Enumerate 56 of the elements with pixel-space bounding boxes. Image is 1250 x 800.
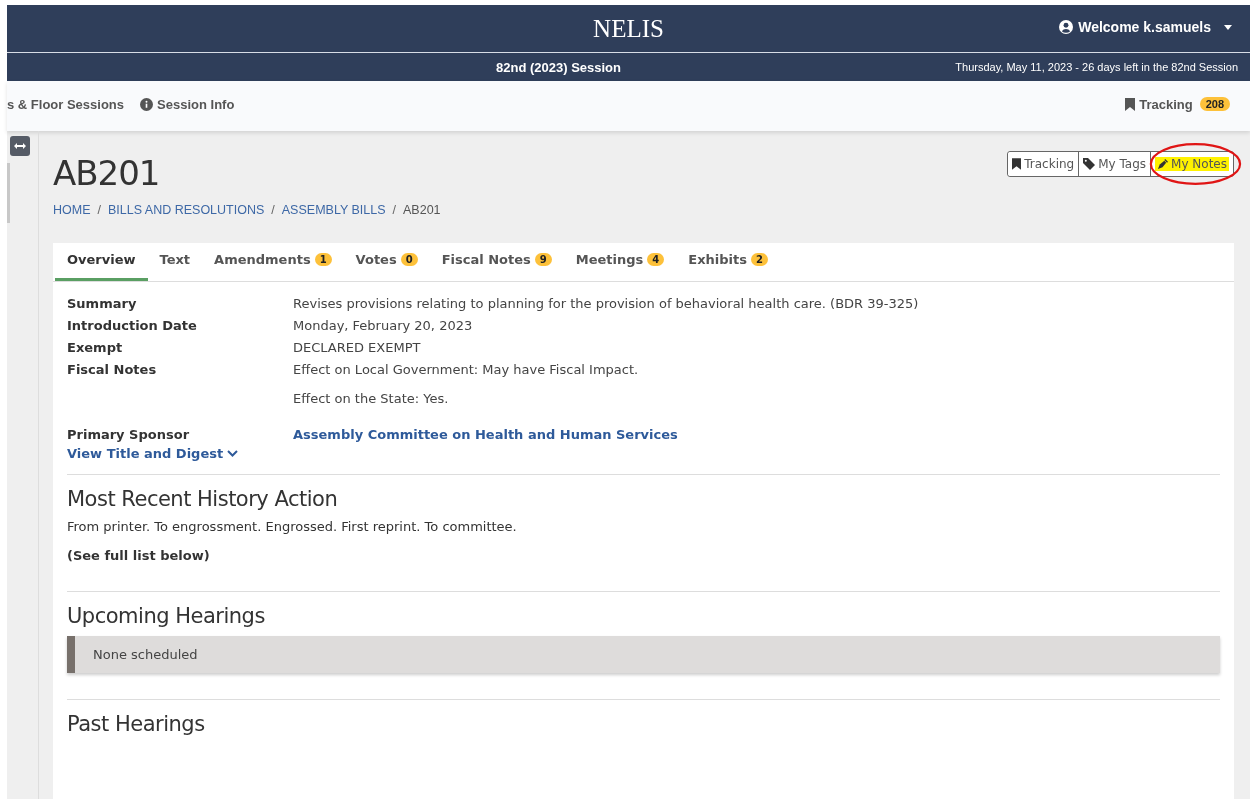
field-value: Effect on the State: Yes. bbox=[293, 391, 450, 406]
sponsor-link[interactable]: Assembly Committee on Health and Human Services bbox=[293, 427, 1220, 442]
tag-icon bbox=[1083, 158, 1096, 170]
breadcrumb-link[interactable]: BILLS AND RESOLUTIONS bbox=[108, 203, 265, 217]
breadcrumb-text: AB201 bbox=[403, 203, 441, 217]
double-arrow-icon bbox=[14, 143, 26, 149]
site-title[interactable]: NELIS bbox=[593, 14, 664, 43]
tab[interactable]: Fiscal Notes 9 bbox=[429, 243, 564, 281]
field-value: Effect on Local Government: May have Fiscal Impact. bbox=[293, 362, 640, 377]
user-menu[interactable]: Welcome k.samuels bbox=[1059, 19, 1232, 35]
count-badge: 9 bbox=[534, 253, 552, 266]
field-label: Fiscal Notes bbox=[67, 362, 158, 379]
tab[interactable]: Votes 0 bbox=[343, 243, 430, 281]
title-digest-link[interactable]: View Title and Digest bbox=[67, 446, 239, 461]
bill-title: AB201 bbox=[53, 153, 161, 193]
count-badge: 1 bbox=[314, 253, 332, 266]
toggle-sidebar-button[interactable] bbox=[10, 136, 30, 156]
pen-icon bbox=[1157, 158, 1169, 170]
section-heading: Past Hearings bbox=[67, 712, 206, 736]
count-badge: 208 bbox=[1199, 97, 1230, 111]
breadcrumb-separator: / bbox=[271, 203, 275, 217]
tab[interactable]: Amendments 1 bbox=[202, 243, 344, 281]
tab[interactable]: Text bbox=[147, 243, 203, 281]
user-icon bbox=[1059, 20, 1074, 34]
message-text: None scheduled bbox=[93, 647, 198, 662]
field-label: Exempt bbox=[67, 340, 124, 355]
history-text: From printer. To engrossment. Engrossed. First reprint. To committee. bbox=[67, 519, 518, 534]
breadcrumb-link[interactable]: HOME bbox=[53, 203, 91, 217]
nav-link[interactable]: s & Floor Sessions bbox=[7, 96, 125, 112]
tab[interactable]: Exhibits 2 bbox=[676, 243, 780, 281]
tab[interactable]: Overview bbox=[55, 243, 148, 281]
field-label: Summary bbox=[67, 296, 138, 311]
breadcrumb-link[interactable]: ASSEMBLY BILLS bbox=[281, 203, 386, 217]
caret-icon bbox=[1224, 24, 1232, 30]
count-badge: 0 bbox=[400, 253, 418, 266]
field-label: Primary Sponsor bbox=[67, 427, 191, 442]
session-label: 82nd (2023) Session bbox=[496, 59, 621, 75]
count-badge: 4 bbox=[647, 253, 665, 266]
info-icon bbox=[140, 97, 154, 111]
chevron-down-icon bbox=[227, 450, 239, 457]
field-value: DECLARED EXEMPT bbox=[293, 340, 422, 355]
session-date: Thursday, May 11, 2023 - 26 days left in the 82nd Session bbox=[955, 61, 1238, 73]
nav-link[interactable]: Session Info bbox=[140, 96, 235, 112]
section-heading: Upcoming Hearings bbox=[67, 604, 266, 628]
tracking-link[interactable]: Tracking 208 bbox=[1125, 96, 1230, 112]
bookmark-icon bbox=[1012, 158, 1022, 170]
history-note: (See full list below) bbox=[67, 548, 211, 563]
field-value: Revises provisions relating to planning for the provision of behavioral health care. (BDR 39-325) bbox=[293, 296, 920, 311]
breadcrumb-separator: / bbox=[392, 203, 397, 217]
field-label: Introduction Date bbox=[67, 318, 198, 333]
bookmark-icon bbox=[1125, 97, 1136, 111]
section-heading: Most Recent History Action bbox=[67, 487, 339, 511]
count-badge: 2 bbox=[750, 253, 768, 266]
field-value: Monday, February 20, 2023 bbox=[293, 318, 474, 333]
breadcrumb-separator: / bbox=[97, 203, 101, 217]
tab[interactable]: Meetings 4 bbox=[563, 243, 677, 281]
